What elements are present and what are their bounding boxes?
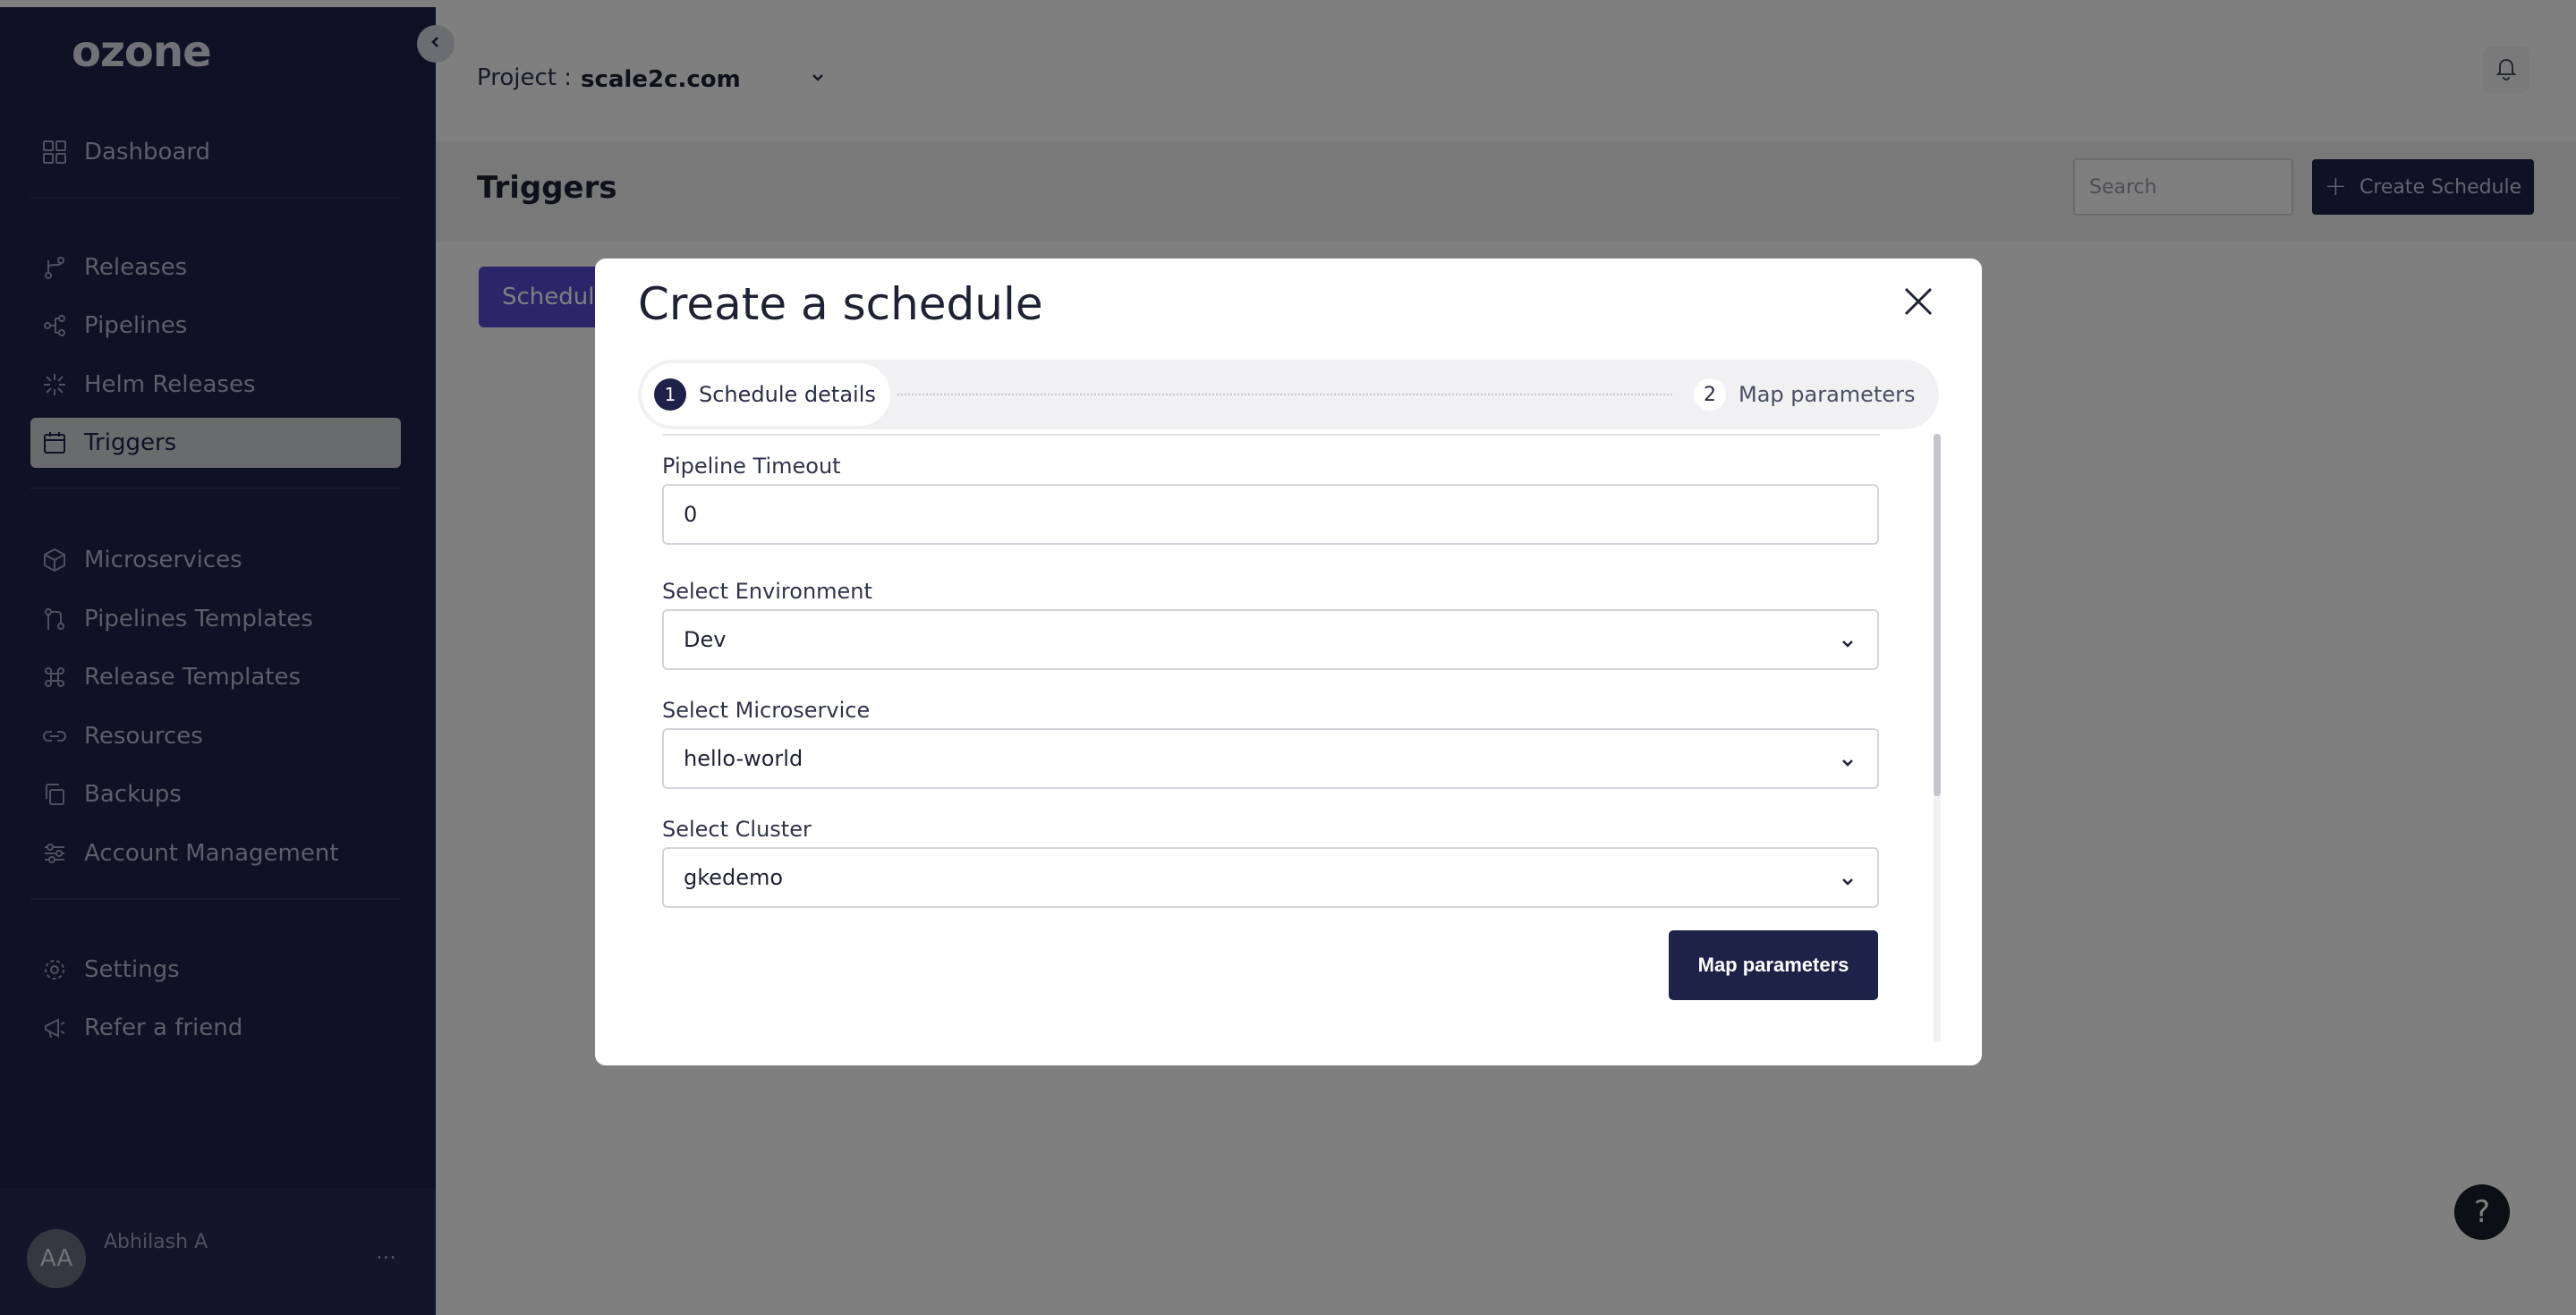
step-schedule-details[interactable]: 1 Schedule details: [642, 363, 890, 426]
map-parameters-button[interactable]: Map parameters: [1669, 930, 1878, 1000]
modal-title: Create a schedule: [638, 278, 1043, 330]
environment-select[interactable]: Dev: [662, 609, 1879, 670]
chevron-down-icon: [1840, 751, 1856, 776]
step-number: 1: [654, 378, 686, 411]
step-map-parameters[interactable]: 2 Map parameters: [1694, 363, 1915, 426]
microservice-value: hello-world: [684, 746, 803, 771]
cluster-select[interactable]: gkedemo: [662, 847, 1879, 908]
environment-value: Dev: [684, 627, 727, 652]
microservice-label: Select Microservice: [662, 698, 871, 723]
step-label: Map parameters: [1739, 382, 1916, 407]
create-schedule-modal: Create a schedule 1 Schedule details 2 M…: [595, 259, 1982, 1065]
scrollbar-thumb[interactable]: [1934, 434, 1941, 796]
step-connector: [897, 394, 1672, 395]
microservice-select[interactable]: hello-world: [662, 728, 1879, 789]
close-icon: [1902, 285, 1934, 321]
close-button[interactable]: [1897, 282, 1940, 325]
step-number: 2: [1694, 378, 1726, 411]
step-label: Schedule details: [699, 382, 876, 407]
scrolled-field-edge: [663, 434, 1880, 436]
pipeline-timeout-input[interactable]: 0: [662, 484, 1879, 545]
cluster-label: Select Cluster: [662, 817, 812, 842]
schedule-form: Pipeline Timeout 0 Select Environment De…: [595, 434, 1982, 1065]
chevron-down-icon: [1840, 870, 1856, 895]
environment-label: Select Environment: [662, 579, 872, 604]
chevron-down-icon: [1840, 632, 1856, 658]
stepper: 1 Schedule details 2 Map parameters: [638, 360, 1939, 429]
pipeline-timeout-label: Pipeline Timeout: [662, 454, 841, 479]
cluster-value: gkedemo: [684, 865, 784, 890]
pipeline-timeout-value: 0: [684, 502, 698, 527]
